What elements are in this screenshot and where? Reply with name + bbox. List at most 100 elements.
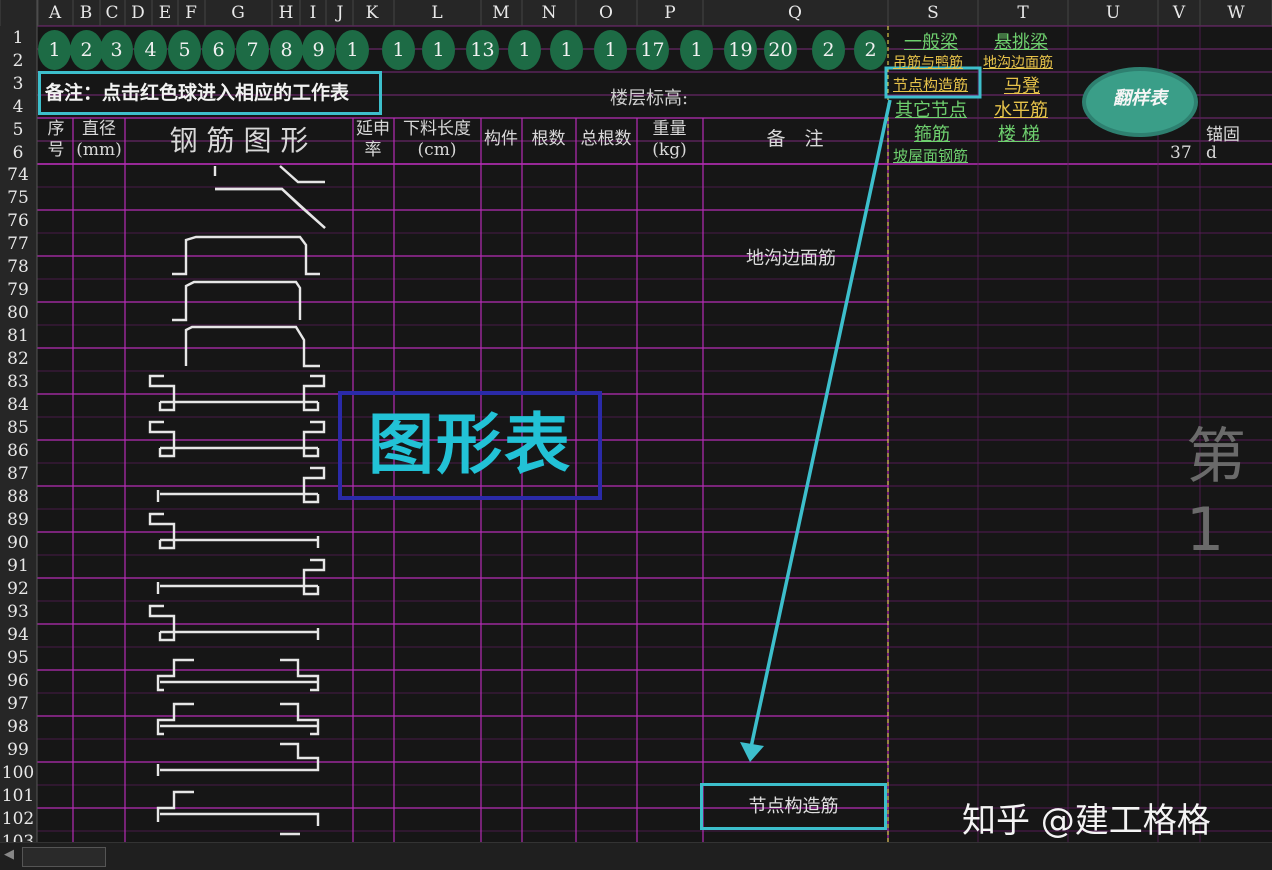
column-header-B[interactable]: B: [72, 0, 100, 26]
sheet-ball-6[interactable]: 6: [202, 30, 235, 70]
row-header-2[interactable]: 2: [0, 50, 36, 73]
row-header-93[interactable]: 93: [0, 601, 36, 624]
link-stairs[interactable]: 楼 梯: [998, 120, 1040, 146]
link-horse-stool[interactable]: 马凳: [1004, 72, 1040, 98]
sheet-ball-22[interactable]: 2: [854, 30, 887, 70]
sheet-ball-9[interactable]: 9: [302, 30, 335, 70]
link-other-node[interactable]: 其它节点: [895, 96, 967, 122]
row-header-1[interactable]: 1: [0, 27, 36, 50]
row-header-85[interactable]: 85: [0, 417, 36, 440]
sheet-ball-13[interactable]: 13: [466, 30, 499, 70]
row-header-97[interactable]: 97: [0, 693, 36, 716]
column-header-G[interactable]: G: [224, 0, 252, 26]
row-header-77[interactable]: 77: [0, 233, 36, 256]
column-header-I[interactable]: I: [299, 0, 327, 26]
row-header-81[interactable]: 81: [0, 325, 36, 348]
sheet-ball-11[interactable]: 1: [382, 30, 415, 70]
scroll-thumb[interactable]: [22, 847, 106, 867]
sheet-ball-17[interactable]: 17: [636, 30, 669, 70]
rebar-shape: [215, 187, 326, 229]
row-header-76[interactable]: 76: [0, 210, 36, 233]
link-horizontal-rebar[interactable]: 水平筋: [994, 96, 1048, 122]
sheet-ball-14[interactable]: 1: [508, 30, 541, 70]
column-header-L[interactable]: L: [423, 0, 451, 26]
row-header-82[interactable]: 82: [0, 348, 36, 371]
sheet-ball-4[interactable]: 4: [134, 30, 167, 70]
link-roof-rebar[interactable]: 坡屋面钢筋: [893, 145, 968, 166]
row-header-98[interactable]: 98: [0, 716, 36, 739]
row-header-89[interactable]: 89: [0, 509, 36, 532]
sheet-ball-7[interactable]: 7: [236, 30, 269, 70]
sheet-ball-16[interactable]: 1: [594, 30, 627, 70]
sheet-ball-12[interactable]: 1: [422, 30, 455, 70]
column-header-S[interactable]: S: [919, 0, 947, 26]
column-header-C[interactable]: C: [98, 0, 126, 26]
sheet-ball-3[interactable]: 3: [100, 30, 133, 70]
sheet-ball-2[interactable]: 2: [70, 30, 103, 70]
row-header-95[interactable]: 95: [0, 647, 36, 670]
rebar-shape: [156, 658, 194, 692]
rebar-sheet-button[interactable]: 翻样表: [1082, 67, 1198, 137]
column-header-M[interactable]: M: [487, 0, 515, 26]
link-cantilever-beam[interactable]: 悬挑梁: [994, 28, 1048, 54]
column-header-J[interactable]: J: [326, 0, 354, 26]
sheet-ball-1[interactable]: 1: [38, 30, 71, 70]
sheet-ball-20[interactable]: 20: [764, 30, 797, 70]
link-hanger-rebar[interactable]: 吊筋与鸭筋: [893, 52, 963, 72]
row-header-101[interactable]: 101: [0, 785, 36, 808]
column-header-N[interactable]: N: [535, 0, 563, 26]
scroll-left-icon[interactable]: ◀: [4, 847, 14, 862]
sheet-ball-15[interactable]: 1: [550, 30, 583, 70]
row-header-3[interactable]: 3: [0, 73, 36, 96]
watermark: 知乎 @建工格格: [962, 801, 1211, 841]
row-header-96[interactable]: 96: [0, 670, 36, 693]
link-node-rebar[interactable]: 节点构造筋: [893, 74, 968, 95]
row-header-86[interactable]: 86: [0, 440, 36, 463]
row-header-102[interactable]: 102: [0, 808, 36, 831]
link-trench-rebar[interactable]: 地沟边面筋: [983, 52, 1053, 72]
row-header-87[interactable]: 87: [0, 463, 36, 486]
column-header-H[interactable]: H: [272, 0, 300, 26]
row-header-100[interactable]: 100: [0, 762, 36, 785]
column-header-A[interactable]: A: [41, 0, 69, 26]
column-header-U[interactable]: U: [1099, 0, 1127, 26]
column-header-O[interactable]: O: [592, 0, 620, 26]
row-header-88[interactable]: 88: [0, 486, 36, 509]
sheet-ball-10[interactable]: 1: [336, 30, 369, 70]
row-header-79[interactable]: 79: [0, 279, 36, 302]
horizontal-scrollbar[interactable]: ◀: [0, 842, 1272, 870]
row-header-92[interactable]: 92: [0, 578, 36, 601]
sheet-ball-5[interactable]: 5: [168, 30, 201, 70]
row-header-83[interactable]: 83: [0, 371, 36, 394]
row-header-99[interactable]: 99: [0, 739, 36, 762]
column-header-V[interactable]: V: [1165, 0, 1193, 26]
row-header-94[interactable]: 94: [0, 624, 36, 647]
row-header-80[interactable]: 80: [0, 302, 36, 325]
column-header-F[interactable]: F: [177, 0, 205, 26]
sheet-ball-19[interactable]: 19: [724, 30, 757, 70]
link-general-beam[interactable]: 一般梁: [904, 28, 958, 54]
row-header-84[interactable]: 84: [0, 394, 36, 417]
row-header-6[interactable]: 6: [0, 142, 36, 165]
rebar-shape: [148, 512, 176, 550]
rebar-shape: [160, 812, 320, 826]
column-header-T[interactable]: T: [1009, 0, 1037, 26]
row-header-78[interactable]: 78: [0, 256, 36, 279]
sheet-ball-21[interactable]: 2: [812, 30, 845, 70]
row-header-90[interactable]: 90: [0, 532, 36, 555]
link-stirrup[interactable]: 箍筋: [914, 120, 950, 146]
sheet-ball-8[interactable]: 8: [270, 30, 303, 70]
sheet-ball-18[interactable]: 1: [680, 30, 713, 70]
column-header-P[interactable]: P: [656, 0, 684, 26]
column-header-D[interactable]: D: [124, 0, 152, 26]
row-header-5[interactable]: 5: [0, 119, 36, 142]
column-header-Q[interactable]: Q: [781, 0, 809, 26]
row-header-4[interactable]: 4: [0, 96, 36, 119]
column-header-W[interactable]: W: [1222, 0, 1250, 26]
rebar-shape: [280, 658, 320, 692]
row-header-74[interactable]: 74: [0, 164, 36, 187]
row-header-91[interactable]: 91: [0, 555, 36, 578]
row-header-75[interactable]: 75: [0, 187, 36, 210]
column-header-E[interactable]: E: [151, 0, 179, 26]
column-header-K[interactable]: K: [358, 0, 386, 26]
